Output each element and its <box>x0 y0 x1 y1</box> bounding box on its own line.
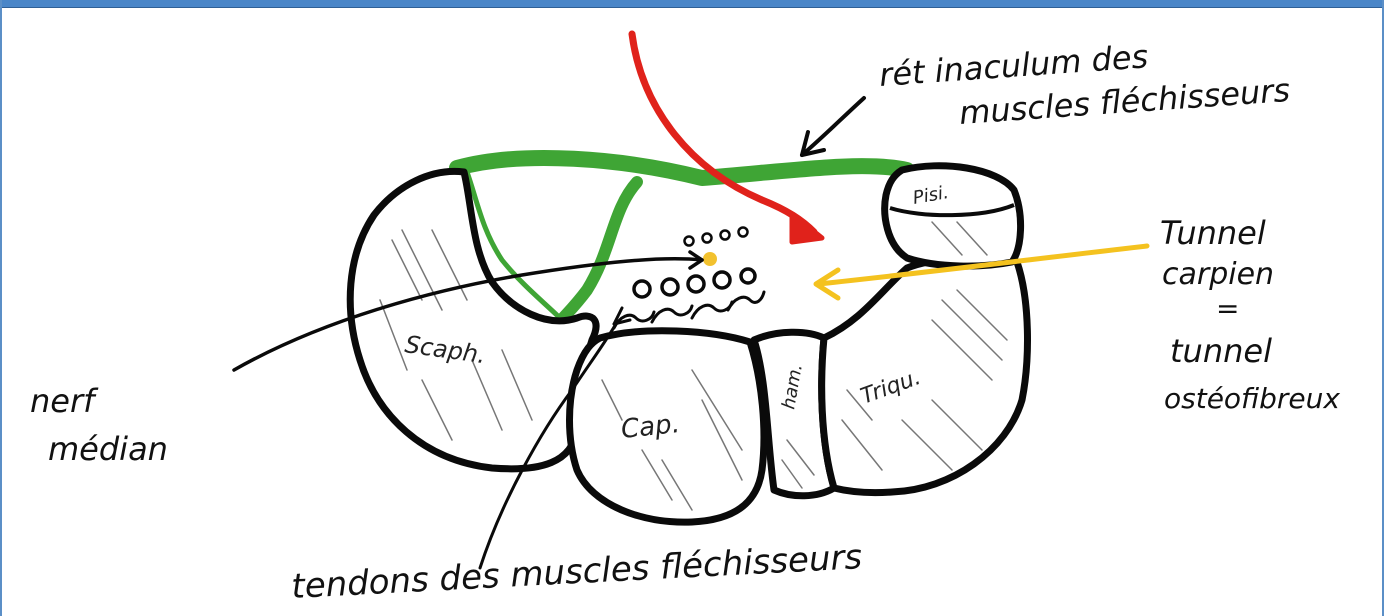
tendon-curl-arrows <box>612 290 766 330</box>
tendon-circles-small <box>683 226 749 247</box>
triquetrum-bone: Triqu. <box>818 252 1031 496</box>
tunnel-label-line1: Tunnel <box>1160 214 1266 252</box>
nerf-label-line2: médian <box>48 430 168 468</box>
red-arrow <box>628 30 825 245</box>
scaphoid-bone: Scaph. <box>346 167 600 473</box>
tendon-circles-large <box>632 267 757 299</box>
tunnel-label-equals: = <box>1216 292 1239 325</box>
tendons-label: tendons des muscles fléchisseurs <box>290 537 863 607</box>
diagram-frame: Scaph. Cap. ham. Triqu. Pisi. rét inacul… <box>0 0 1384 616</box>
retinaculum-label-arrow <box>800 96 866 157</box>
tunnel-label-line2: carpien <box>1162 257 1274 292</box>
retinaculum-label: rét inaculum des muscles fléchisseurs <box>878 37 1291 132</box>
nerf-label: nerf médian <box>30 382 168 468</box>
capitate-label: Cap. <box>620 409 682 445</box>
capitate-bone: Cap. <box>566 327 768 526</box>
median-nerve-dot <box>703 252 717 266</box>
carpal-tunnel-diagram: Scaph. Cap. ham. Triqu. Pisi. rét inacul… <box>30 30 1340 607</box>
tunnel-label-line3: tunnel <box>1170 332 1272 370</box>
pisiform-bone: Pisi. <box>881 162 1025 270</box>
tunnel-label-line4: ostéofibreux <box>1164 382 1340 415</box>
nerf-label-line1: nerf <box>30 382 99 420</box>
tunnel-label: Tunnel carpien = tunnel ostéofibreux <box>1160 214 1340 415</box>
